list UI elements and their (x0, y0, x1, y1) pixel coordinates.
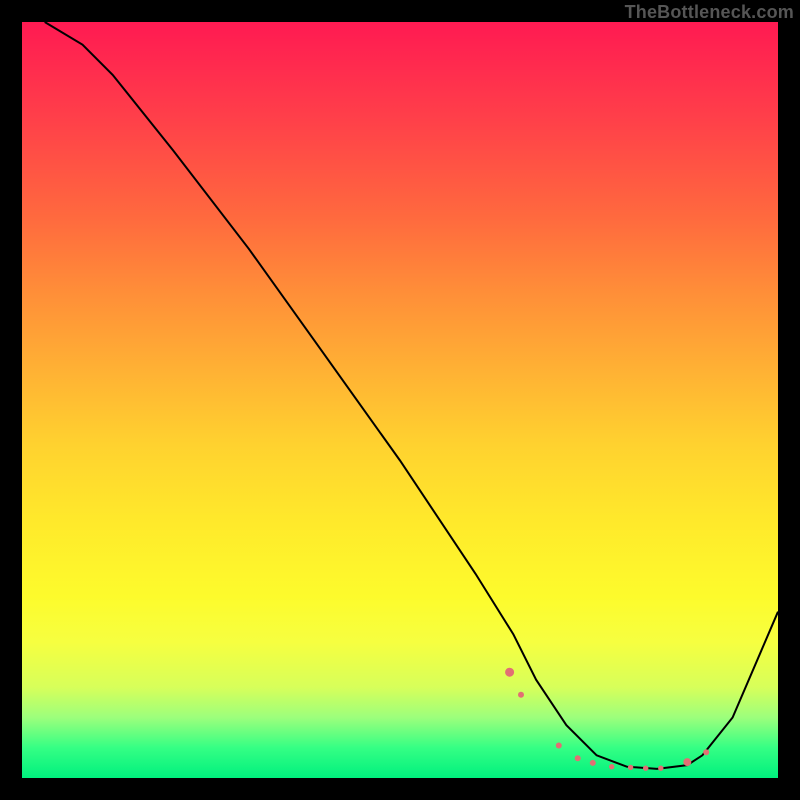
marker-dot (658, 766, 663, 771)
curve-layer (22, 22, 778, 778)
marker-dot (703, 749, 709, 755)
marker-dot (518, 692, 524, 698)
marker-dot (609, 764, 614, 769)
marker-dot (556, 743, 562, 749)
marker-group (505, 668, 709, 771)
marker-dot (575, 755, 581, 761)
marker-dot (505, 668, 514, 677)
watermark-label: TheBottleneck.com (625, 2, 794, 23)
chart-stage: { "watermark": "TheBottleneck.com", "cha… (0, 0, 800, 800)
marker-dot (683, 758, 691, 766)
bottleneck-curve (45, 22, 778, 769)
marker-dot (643, 766, 648, 771)
marker-dot (590, 760, 596, 766)
marker-dot (628, 765, 633, 770)
